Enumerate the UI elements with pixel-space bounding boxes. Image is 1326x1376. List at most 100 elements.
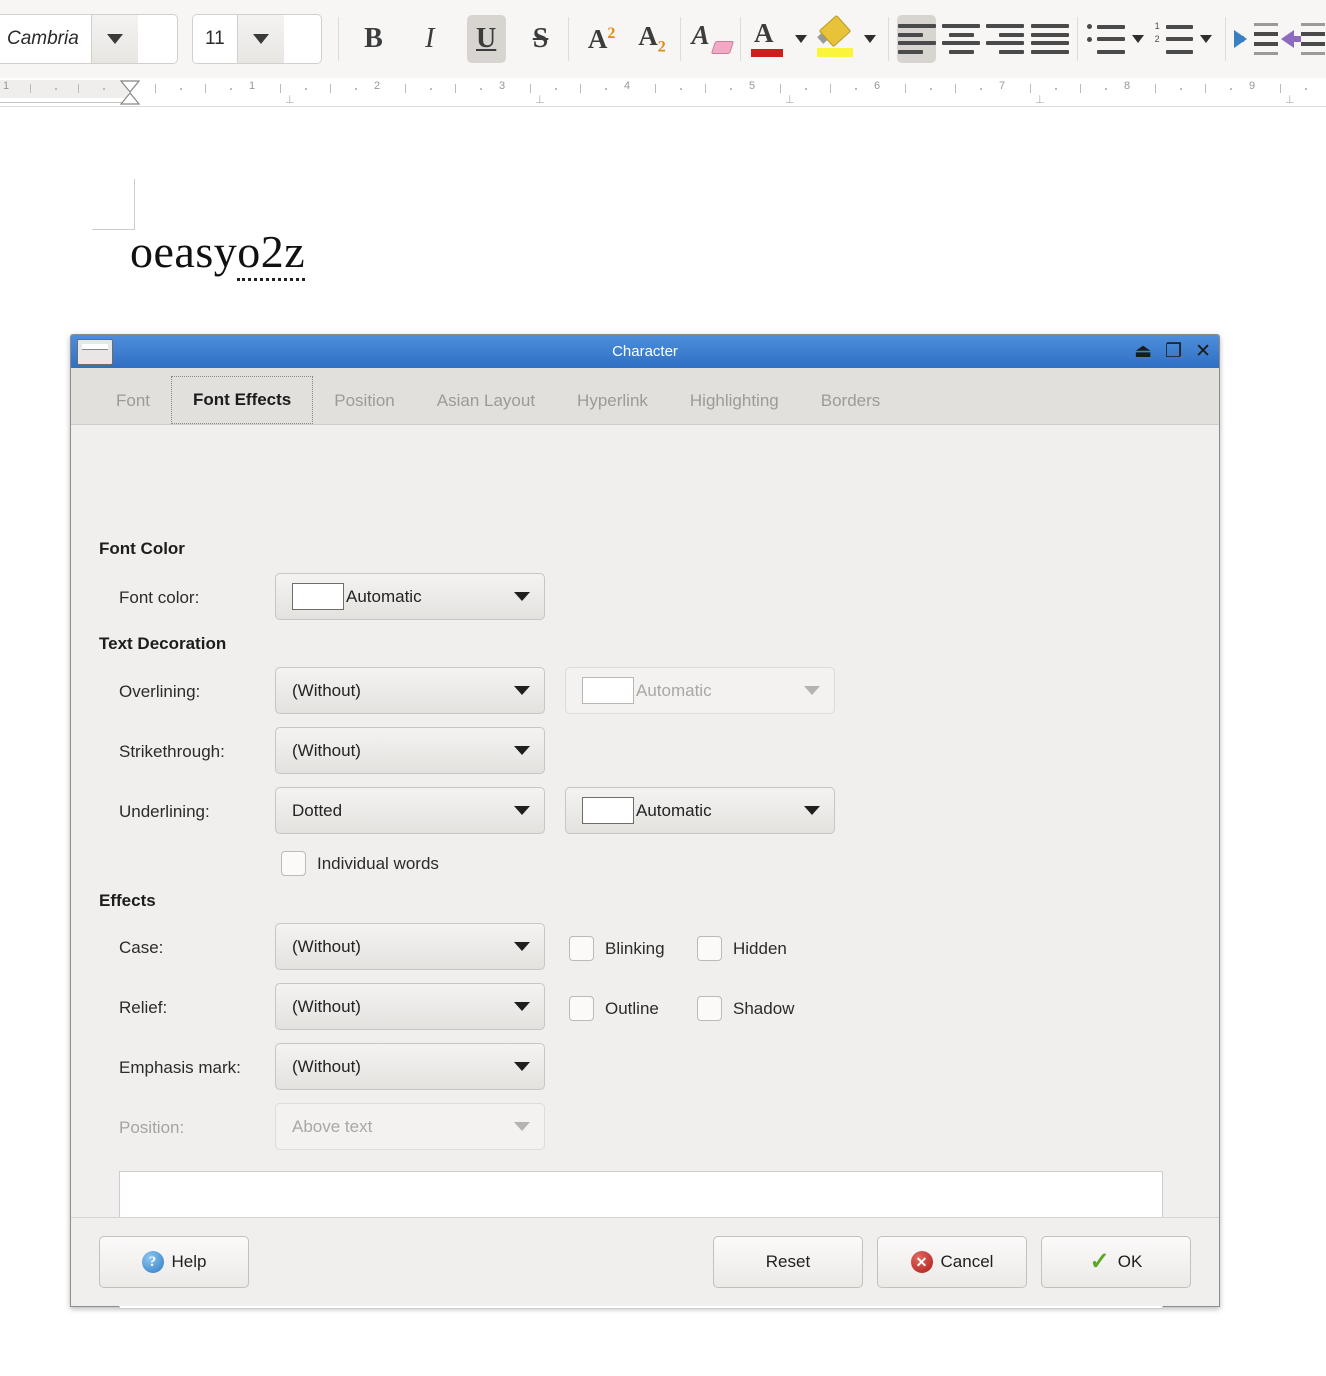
maximize-icon[interactable]: ❐: [1165, 342, 1182, 361]
horizontal-ruler[interactable]: 1 1 2 3 4 5 6 7 8 9 ⊥ ⊥ ⊥ ⊥ ⊥: [0, 78, 1326, 107]
ordered-list-dropdown[interactable]: [1195, 15, 1216, 63]
emphasis-mark-dropdown[interactable]: (Without): [275, 1043, 545, 1090]
highlighting-button[interactable]: [816, 14, 857, 63]
close-icon[interactable]: ✕: [1195, 342, 1211, 361]
label-case: Case:: [119, 938, 164, 957]
chevron-down-icon: [500, 1122, 544, 1131]
dialog-tabs: Font Font Effects Position Asian Layout …: [71, 368, 1219, 433]
font-size-dropdown-arrow[interactable]: [236, 15, 284, 63]
chevron-down-icon[interactable]: [500, 1002, 544, 1011]
unordered-list-button[interactable]: [1086, 15, 1125, 63]
tab-asian-layout[interactable]: Asian Layout: [416, 378, 556, 424]
checkbox-box[interactable]: [697, 996, 722, 1021]
ok-button[interactable]: ✓ OK: [1041, 1236, 1191, 1288]
ruler-number: 4: [624, 80, 631, 92]
clear-formatting-button[interactable]: A: [692, 15, 734, 63]
underline-button[interactable]: U: [466, 15, 506, 63]
tab-font-effects[interactable]: Font Effects: [171, 376, 314, 433]
chevron-down-icon[interactable]: [500, 686, 544, 695]
group-label-font-color: Font Color: [99, 539, 185, 558]
font-color-dropdown[interactable]: [791, 15, 812, 63]
outline-checkbox[interactable]: Outline: [569, 996, 659, 1021]
help-button[interactable]: ? Help: [99, 1236, 249, 1288]
reset-button[interactable]: Reset: [713, 1236, 863, 1288]
label-strikethrough: Strikethrough:: [119, 742, 225, 761]
underlining-color-dropdown[interactable]: Automatic: [565, 787, 835, 834]
align-right-button[interactable]: [986, 15, 1025, 63]
tab-highlighting[interactable]: Highlighting: [669, 378, 800, 424]
individual-words-label: Individual words: [317, 853, 439, 873]
indent-marker-icon: [119, 80, 141, 105]
group-label-effects: Effects: [99, 891, 156, 910]
dialog-titlebar[interactable]: Character ⏏ ❐ ✕: [71, 335, 1219, 368]
ruler-number: 8: [1124, 80, 1131, 92]
ruler-number: 3: [499, 80, 506, 92]
align-center-button[interactable]: [941, 15, 981, 63]
highlighting-dropdown[interactable]: [859, 15, 880, 63]
hidden-checkbox[interactable]: Hidden: [697, 936, 787, 961]
increase-indent-button[interactable]: [1233, 15, 1278, 63]
font-name-dropdown-arrow[interactable]: [90, 15, 138, 63]
strikethrough-dropdown[interactable]: (Without): [275, 727, 545, 774]
eraser-shape: [710, 41, 734, 54]
decrease-indent-button[interactable]: [1280, 15, 1325, 63]
chevron-down-icon[interactable]: [500, 942, 544, 951]
checkbox-box[interactable]: [569, 936, 594, 961]
chevron-down-icon[interactable]: [500, 1062, 544, 1071]
minimize-icon[interactable]: ⏏: [1134, 342, 1152, 361]
chevron-down-icon[interactable]: [500, 806, 544, 815]
decrease-indent-icon: [1280, 23, 1325, 55]
strikethrough-button[interactable]: S: [521, 15, 560, 63]
checkbox-box[interactable]: [281, 851, 306, 876]
eraser-icon: A: [692, 20, 734, 56]
tab-position[interactable]: Position: [313, 378, 415, 424]
ordered-list-button[interactable]: 1 2: [1154, 15, 1193, 63]
superscript-button[interactable]: A2: [582, 15, 621, 63]
cancel-button[interactable]: ✕ Cancel: [877, 1236, 1027, 1288]
font-size-combo[interactable]: 11: [192, 14, 322, 64]
font-color-dropdown[interactable]: Automatic: [275, 573, 545, 620]
chevron-down-icon[interactable]: [500, 746, 544, 755]
chevron-down-icon: [795, 35, 808, 43]
font-size-value[interactable]: 11: [193, 15, 237, 63]
position-value: Above text: [292, 1116, 373, 1136]
close-circle-icon: ✕: [910, 1251, 933, 1273]
case-dropdown[interactable]: (Without): [275, 923, 545, 970]
relief-value: (Without): [292, 996, 361, 1016]
dialog-title: Character: [612, 343, 678, 360]
relief-dropdown[interactable]: (Without): [275, 983, 545, 1030]
align-justified-button[interactable]: [1030, 15, 1069, 63]
chevron-down-icon[interactable]: [790, 806, 834, 815]
checkbox-box[interactable]: [569, 996, 594, 1021]
chevron-down-icon[interactable]: [500, 592, 544, 601]
label-overlining: Overlining:: [119, 682, 201, 701]
underlining-color-value: Automatic: [636, 800, 712, 820]
character-dialog: Character ⏏ ❐ ✕ Font Font Effects Positi…: [70, 334, 1220, 1309]
font-color-letter: A: [753, 18, 774, 48]
blinking-checkbox[interactable]: Blinking: [569, 936, 665, 961]
toolbar-divider: [739, 17, 741, 61]
font-color-swatch: [292, 583, 344, 610]
font-name-combo[interactable]: Cambria: [0, 14, 178, 64]
individual-words-checkbox[interactable]: Individual words: [281, 851, 439, 876]
align-left-button[interactable]: [897, 15, 937, 63]
font-name-value[interactable]: Cambria: [0, 15, 91, 63]
bold-button[interactable]: B: [354, 15, 393, 63]
shadow-checkbox[interactable]: Shadow: [697, 996, 794, 1021]
unordered-list-dropdown[interactable]: [1128, 15, 1149, 63]
font-color-value: Automatic: [346, 586, 422, 606]
indent-marker[interactable]: [119, 80, 141, 105]
checkbox-box[interactable]: [697, 936, 722, 961]
page-corner-mark: [92, 179, 135, 230]
superscript-letter: A: [587, 23, 608, 54]
tab-font[interactable]: Font: [95, 378, 171, 424]
underlining-dropdown[interactable]: Dotted: [275, 787, 545, 834]
group-label-text-decoration: Text Decoration: [99, 634, 227, 653]
overlining-dropdown[interactable]: (Without): [275, 667, 545, 714]
italic-button[interactable]: I: [410, 15, 449, 63]
font-color-button[interactable]: A: [749, 15, 788, 63]
tab-hyperlink[interactable]: Hyperlink: [556, 378, 669, 424]
subscript-button[interactable]: A2: [632, 15, 671, 63]
tab-borders[interactable]: Borders: [800, 378, 902, 424]
document-text[interactable]: oeasyo2z: [130, 225, 306, 281]
